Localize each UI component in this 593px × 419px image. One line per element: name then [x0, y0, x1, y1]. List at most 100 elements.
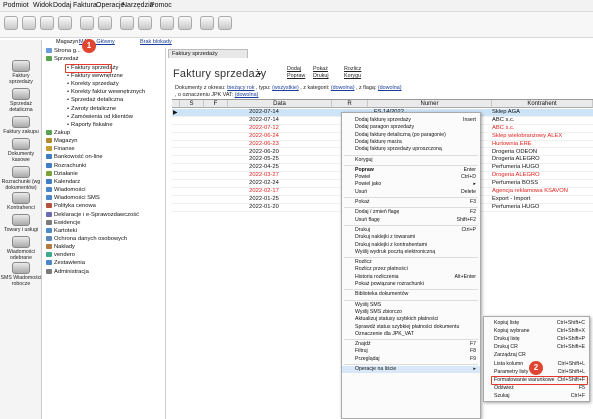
menu-faktura[interactable]: Faktura	[73, 2, 97, 9]
tree-start-page[interactable]: Strona g...	[46, 48, 81, 54]
tree-sprzedaz[interactable]: Sprzedaż	[46, 56, 79, 62]
pokaz-button[interactable]: Pokaż	[313, 66, 328, 72]
menu-operacje[interactable]: Operacje	[96, 2, 124, 9]
context-menu-item[interactable]: Wyślij SMS	[342, 302, 480, 309]
grid-header-s[interactable]: S	[180, 100, 204, 108]
drukuj-button[interactable]: Drukuj	[313, 73, 329, 79]
context-menu-item[interactable]: Dodaj paragon sprzedaży	[342, 124, 480, 131]
invoice-icon[interactable]	[98, 16, 112, 30]
filter-okres[interactable]: bieżący rok	[227, 85, 254, 91]
context-menu-item[interactable]: Wyślij SMS zbiorczo	[342, 309, 480, 316]
grid-header-numer[interactable]: Numer	[368, 100, 492, 108]
people-icon[interactable]	[160, 16, 174, 30]
submenu-item[interactable]: Drukuj listę Ctrl+Shift+P	[484, 336, 589, 344]
context-menu-item[interactable]: Dodaj / zmień flagę F2	[342, 209, 480, 216]
settings-icon[interactable]	[178, 16, 192, 30]
chevron-down-icon[interactable]: ▾	[258, 71, 261, 78]
tree-section[interactable]: Zestawienia	[46, 260, 85, 266]
tree-sprzedaz-item[interactable]: • Zamówienia od klientów	[67, 114, 133, 120]
folder-icon[interactable]	[120, 16, 134, 30]
nav-towary[interactable]: Towary i usługi	[0, 214, 42, 233]
context-menu-item[interactable]: Rozlicz	[342, 259, 480, 266]
tree-sprzedaz-item[interactable]: • Sprzedaż detaliczna	[67, 97, 123, 103]
context-menu-item[interactable]: Pokaż F3	[342, 199, 480, 206]
context-menu-item[interactable]: Aktualizuj statusy szybkich płatności	[342, 316, 480, 323]
nav-dokumenty-kasowe[interactable]: Dokumenty kasowe	[0, 138, 42, 163]
context-menu-item[interactable]: Biblioteka dokumentów	[342, 291, 480, 298]
tree-section[interactable]: Ewidencje	[46, 219, 80, 226]
tab-faktury-sprzedazy[interactable]: Faktury sprzedaży	[168, 49, 248, 58]
context-menu-item[interactable]: Usuń Delete	[342, 189, 480, 196]
dodaj-button[interactable]: Dodaj	[287, 66, 301, 72]
filter-kategoria[interactable]: (dowolna)	[331, 85, 355, 91]
context-menu-item[interactable]: Drukuj naklejki z kontrahentami	[342, 242, 480, 249]
context-menu-item[interactable]: Operacje na liście ▸	[342, 366, 480, 374]
submenu-item[interactable]: Szukaj Ctrl+F	[484, 393, 589, 401]
tree-section[interactable]: Zakup	[46, 130, 70, 136]
blokady-link[interactable]: Brak blokady	[140, 39, 172, 45]
new-document-icon[interactable]	[40, 16, 54, 30]
grid-header-data[interactable]: Data	[228, 100, 332, 108]
tree-sprzedaz-item[interactable]: • Raporty fiskalne	[67, 122, 113, 128]
help-icon[interactable]	[218, 16, 232, 30]
context-menu-item[interactable]: Dodaj fakturę sprzedaży uproszczoną	[342, 146, 480, 153]
submenu-item[interactable]: Odśwież F5	[484, 385, 589, 393]
tree-section[interactable]: Deklaracje i e-Sprawozdawczość	[46, 211, 139, 218]
koryguj-button[interactable]: Korygu	[344, 73, 361, 79]
nav-faktury-zakupu[interactable]: Faktury zakupu	[0, 116, 42, 135]
submenu-item[interactable]: Kopiuj wybrane Ctrl+Shift+X	[484, 328, 589, 336]
menu-widok[interactable]: Widok	[33, 2, 52, 9]
tree-section[interactable]: Wiadomości	[46, 187, 86, 193]
mail-icon[interactable]	[200, 16, 214, 30]
context-menu-item[interactable]: Przeglądaj F9	[342, 356, 480, 363]
grid-header-kontrahent[interactable]: Kontrahent	[492, 100, 593, 108]
context-menu-item[interactable]: Koryguj	[342, 157, 480, 164]
filter-typ[interactable]: (wszystkie)	[272, 85, 299, 91]
document-icon[interactable]	[22, 16, 36, 30]
tree-sprzedaz-item[interactable]: • Korekty faktur wewnętrznych	[67, 89, 145, 95]
cash-icon[interactable]	[80, 16, 94, 30]
tree-section[interactable]: Wiadomości SMS	[46, 195, 100, 201]
tree-section[interactable]: Finanse	[46, 146, 75, 152]
nav-wiadomosci[interactable]: Wiadomości odebrane	[0, 236, 42, 261]
submenu-item[interactable]: Formatowanie warunkowe Ctrl+Shift+F	[484, 375, 589, 385]
tree-section[interactable]: Rozrachunki	[46, 162, 86, 169]
tree-section[interactable]: vendero	[46, 252, 75, 258]
tree-sprzedaz-item[interactable]: • Korekty sprzedaży	[67, 81, 119, 87]
submenu-item[interactable]: Kopiuj listę Ctrl+Shift+C	[484, 320, 589, 328]
context-menu-item[interactable]: Pokaż powiązane rozrachunki	[342, 281, 480, 288]
tree-section[interactable]: Kalendarz	[46, 178, 80, 185]
tree-sprzedaz-item[interactable]: • Zwroty detaliczne	[67, 106, 116, 112]
grid-header-f[interactable]: F	[204, 100, 228, 108]
tree-section[interactable]: Magazyn	[46, 138, 78, 144]
rozlicz-button[interactable]: Rozlicz	[344, 66, 361, 72]
calculator-icon[interactable]	[138, 16, 152, 30]
context-menu-item[interactable]: Usuń flagę Shift+F2	[342, 217, 480, 224]
nav-sms[interactable]: SMS Wiadomości robocze	[0, 262, 42, 287]
truck-icon[interactable]	[58, 16, 72, 30]
submenu-item[interactable]: Zarządzaj CR	[484, 352, 589, 360]
context-menu-item[interactable]: Popraw Enter	[342, 167, 480, 174]
tree-section[interactable]: Polityka cenowa	[46, 203, 96, 209]
grid-header-r[interactable]: R	[332, 100, 368, 108]
filter-jpk[interactable]: (dowolna)	[235, 92, 259, 98]
context-menu-item[interactable]: Drukuj naklejki z towarami	[342, 234, 480, 241]
nav-faktury-sprzedazy[interactable]: Faktury sprzedaży	[0, 60, 42, 85]
context-menu-item[interactable]: Rozlicz przez płatności	[342, 266, 480, 273]
context-menu-item[interactable]: Dodaj fakturę detaliczną (po paragonie)	[342, 132, 480, 139]
context-menu-item[interactable]: Historia rozliczenia Alt+Enter	[342, 274, 480, 281]
submenu-item[interactable]: Drukuj CR Ctrl+Shift+E	[484, 344, 589, 352]
context-menu-item[interactable]: Znajdź F7	[342, 341, 480, 348]
menu-dodaj[interactable]: Dodaj	[53, 2, 71, 9]
context-menu-item[interactable]: Dodaj fakturę sprzedaży Insert	[342, 117, 480, 124]
context-menu-item[interactable]: Dodaj fakturę marża	[342, 139, 480, 146]
home-icon[interactable]	[4, 16, 18, 30]
nav-kontrahenci[interactable]: Kontrahenci	[0, 192, 42, 211]
nav-rozrachunki[interactable]: Rozrachunki (wg dokumentów)	[0, 166, 42, 191]
tree-section[interactable]: Nakłady	[46, 244, 75, 250]
context-menu-item[interactable]: Powiel jako ▸	[342, 181, 480, 188]
tree-section[interactable]: Działanie	[46, 170, 78, 177]
context-menu-item[interactable]: Sprawdź status szybkiej płatności dokume…	[342, 324, 480, 331]
tree-sprzedaz-item[interactable]: • Faktury wewnętrzne	[67, 73, 123, 79]
menu-pomoc[interactable]: Pomoc	[150, 2, 172, 9]
